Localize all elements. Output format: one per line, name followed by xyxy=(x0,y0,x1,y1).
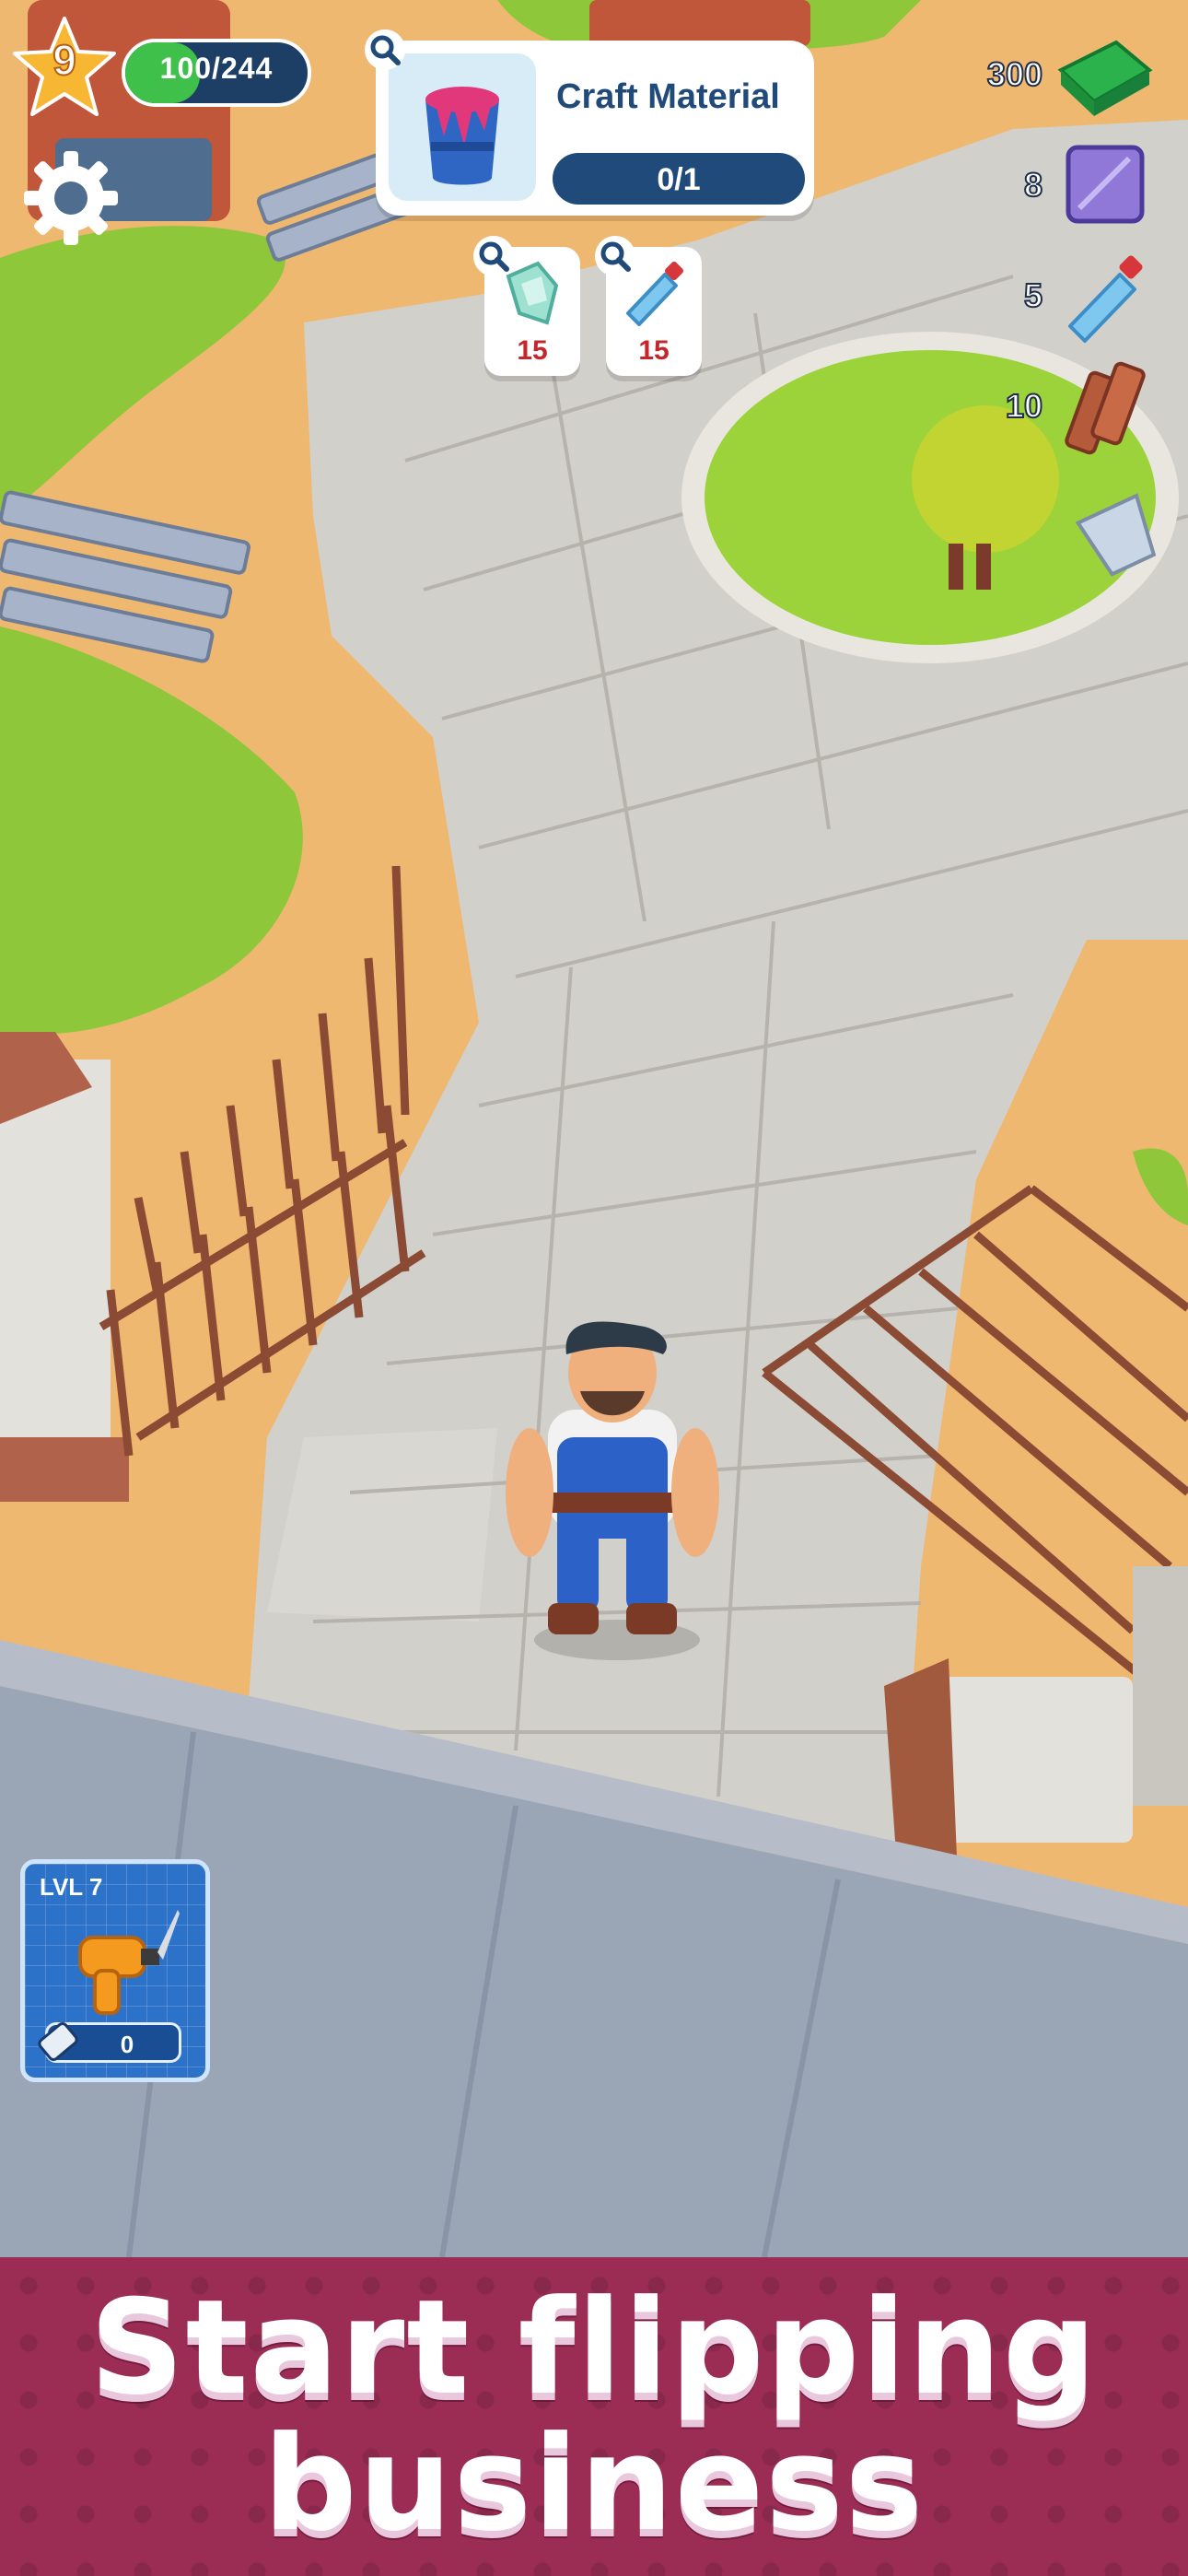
craft-task-progress-text: 0/1 xyxy=(657,162,701,197)
craft-task-title: Craft Material xyxy=(556,77,780,116)
promo-banner: Start flipping business xyxy=(0,2257,1188,2576)
craft-task-progress: 0/1 xyxy=(553,153,805,205)
craft-task-card[interactable]: Craft Material 0/1 xyxy=(376,41,814,216)
resource-metal-plate-value: 8 xyxy=(1023,165,1043,205)
requirement-count: 15 xyxy=(517,335,548,366)
tool-drill-card[interactable]: LVL 7 0 xyxy=(20,1859,210,2082)
tool-energy-value: 0 xyxy=(120,2031,134,2058)
stone-path xyxy=(267,1428,497,1622)
tree-foliage xyxy=(912,405,1059,553)
magnifier-icon[interactable] xyxy=(365,29,405,70)
magnifier-icon[interactable] xyxy=(595,236,635,276)
plastic-bottles-icon[interactable] xyxy=(1059,247,1151,348)
paint-bucket-icon xyxy=(389,53,536,201)
cash-icon[interactable] xyxy=(1052,33,1159,125)
xp-text: 100/244 xyxy=(159,52,274,85)
settings-gear-icon[interactable] xyxy=(20,147,122,249)
magnifier-icon[interactable] xyxy=(473,236,514,276)
banner-line-1: Start flipping xyxy=(89,2272,1099,2424)
resource-wood-planks-value: 10 xyxy=(1005,386,1043,426)
banner-line-2: business xyxy=(262,2408,926,2560)
tool-level-label: LVL 7 xyxy=(40,1873,103,1901)
player-level: 9 xyxy=(52,35,77,85)
requirement-count: 15 xyxy=(638,335,670,366)
drill-icon xyxy=(78,1910,180,2015)
wood-planks-icon[interactable] xyxy=(1059,356,1151,457)
xp-bar: 100/244 xyxy=(122,39,311,107)
bucket-icon xyxy=(1075,493,1157,577)
battery-icon xyxy=(38,2022,78,2061)
gate-pillar xyxy=(0,1060,111,1502)
metal-plate-icon[interactable] xyxy=(1059,138,1151,230)
resource-cash-value: 300 xyxy=(986,54,1043,94)
resource-plastic-bottles-value: 5 xyxy=(1023,275,1043,315)
tree-trunk xyxy=(949,544,963,590)
